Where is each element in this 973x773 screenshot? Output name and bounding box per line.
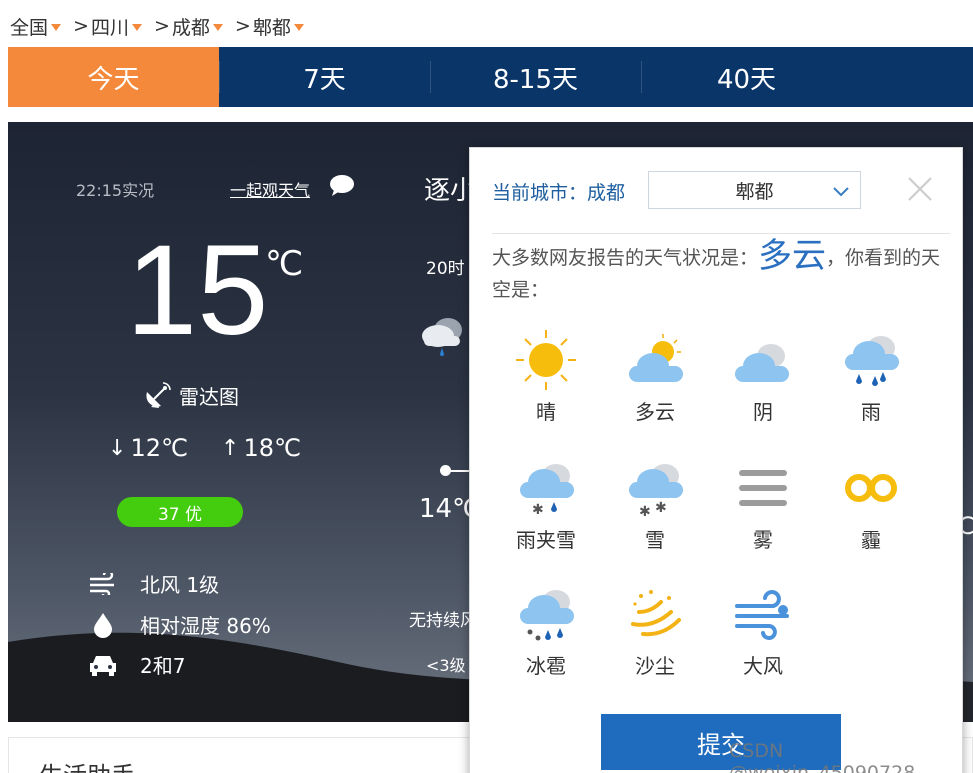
breadcrumb-item-province[interactable]: > 四川 bbox=[73, 13, 142, 40]
chevron-down-icon bbox=[833, 187, 849, 197]
option-hail[interactable]: 冰雹 bbox=[496, 582, 596, 679]
tab-40-days[interactable]: 40天 bbox=[641, 47, 852, 107]
dropdown-triangle-icon bbox=[293, 24, 304, 31]
district-select-value: 郫都 bbox=[735, 180, 774, 203]
hail-icon bbox=[520, 590, 574, 641]
life-helper-title: 生活助手 bbox=[39, 756, 135, 773]
option-overcast[interactable]: 阴 bbox=[713, 328, 813, 425]
option-label: 大风 bbox=[743, 654, 783, 678]
reported-condition: 多云 bbox=[758, 236, 827, 276]
breadcrumb-label: 全国 bbox=[10, 16, 49, 39]
sunny-icon bbox=[516, 330, 576, 390]
dropdown-triangle-icon bbox=[212, 24, 223, 31]
high-temperature: ↑ 18℃ bbox=[221, 434, 301, 462]
svg-text:✱: ✱ bbox=[532, 502, 544, 518]
option-haze[interactable]: 霾 bbox=[821, 456, 921, 553]
option-label: 冰雹 bbox=[526, 654, 566, 678]
water-drop-icon bbox=[88, 612, 118, 638]
arrow-down-icon: ↓ bbox=[108, 435, 127, 461]
hourly-wind-note: 无持续风 bbox=[409, 611, 477, 631]
breadcrumb-item-country[interactable]: 全国 bbox=[8, 13, 62, 40]
watermark: CSDN @weixin_45090728 bbox=[729, 740, 916, 773]
tab-7-days[interactable]: 7天 bbox=[219, 47, 430, 107]
option-sandstorm[interactable]: 沙尘 bbox=[605, 582, 705, 679]
observation-time: 22:15实况 bbox=[76, 181, 155, 200]
tab-8-15-days[interactable]: 8-15天 bbox=[430, 47, 641, 107]
snow-icon: ✱ ✱ bbox=[629, 464, 683, 520]
breadcrumb-item-district[interactable]: > 郫都 bbox=[235, 13, 304, 40]
radar-map-link[interactable]: 雷达图 bbox=[143, 380, 239, 410]
temperature-unit: ℃ bbox=[265, 244, 304, 284]
district-select[interactable]: 郫都 bbox=[648, 171, 861, 209]
close-icon[interactable] bbox=[906, 175, 934, 203]
traffic-restriction-value: 2和7 bbox=[140, 654, 186, 678]
option-partly-cloudy[interactable]: 多云 bbox=[605, 328, 705, 425]
sleet-icon: ✱ bbox=[520, 464, 574, 518]
fog-icon bbox=[739, 470, 787, 506]
low-temperature-value: 12℃ bbox=[130, 434, 188, 462]
hourly-wind-level: <3级 bbox=[426, 656, 466, 675]
option-label: 沙尘 bbox=[635, 654, 675, 678]
option-label: 雨 bbox=[861, 400, 881, 424]
chat-bubble-icon[interactable] bbox=[329, 174, 355, 196]
high-temperature-value: 18℃ bbox=[243, 434, 301, 462]
wind-value: 北风 1级 bbox=[140, 573, 220, 597]
radar-dish-icon bbox=[146, 382, 171, 408]
strong-wind-icon bbox=[735, 590, 789, 640]
option-rain[interactable]: 雨 bbox=[821, 328, 921, 425]
rain-icon bbox=[845, 336, 899, 386]
option-snow[interactable]: ✱ ✱ 雪 bbox=[605, 456, 705, 553]
forecast-tabs: 今天 7天 8-15天 40天 bbox=[8, 47, 973, 107]
low-temperature: ↓ 12℃ bbox=[108, 434, 188, 462]
option-label: 雪 bbox=[645, 528, 665, 552]
option-label: 晴 bbox=[536, 400, 556, 424]
humidity-value: 相对湿度 86% bbox=[140, 614, 271, 638]
option-label: 雾 bbox=[753, 528, 773, 552]
option-label: 雨夹雪 bbox=[516, 528, 576, 552]
option-fog[interactable]: 雾 bbox=[713, 456, 813, 553]
community-report-text: 大多数网友报告的天气状况是：多云，你看到的天空是： bbox=[492, 239, 954, 306]
dropdown-triangle-icon bbox=[51, 24, 62, 31]
breadcrumb-label: 成都 bbox=[171, 16, 210, 39]
sandstorm-icon bbox=[631, 590, 681, 637]
option-label: 霾 bbox=[861, 528, 881, 552]
dialog-divider bbox=[492, 233, 950, 234]
partly-cloudy-icon bbox=[629, 334, 683, 382]
option-strong-wind[interactable]: 大风 bbox=[713, 582, 813, 679]
svg-text:✱: ✱ bbox=[655, 500, 667, 516]
breadcrumb-label: 郫都 bbox=[252, 16, 291, 39]
breadcrumb-item-city[interactable]: > 成都 bbox=[154, 13, 223, 40]
wind-info: 北风 1级 bbox=[88, 569, 219, 598]
current-temperature: 15 bbox=[126, 219, 269, 362]
humidity-info: 相对湿度 86% bbox=[88, 610, 271, 639]
dropdown-triangle-icon bbox=[131, 24, 142, 31]
option-sleet[interactable]: ✱ 雨夹雪 bbox=[496, 456, 596, 553]
radar-label: 雷达图 bbox=[179, 384, 239, 409]
wind-icon bbox=[88, 572, 118, 595]
hourly-temperature-point bbox=[440, 465, 451, 476]
traffic-restriction-info: 2和7 bbox=[88, 650, 185, 679]
hourly-time: 20时 bbox=[426, 259, 465, 279]
car-icon bbox=[88, 653, 118, 677]
tab-today[interactable]: 今天 bbox=[8, 47, 219, 107]
rain-cloud-icon bbox=[422, 318, 462, 356]
haze-icon bbox=[845, 474, 897, 502]
breadcrumb: 全国 > 四川 > 成都 > 郫都 bbox=[8, 12, 316, 40]
arrow-up-icon: ↑ bbox=[221, 435, 240, 461]
breadcrumb-separator: > bbox=[73, 15, 89, 37]
breadcrumb-separator: > bbox=[234, 15, 251, 37]
air-quality-badge[interactable]: 37 优 bbox=[117, 497, 243, 527]
option-label: 阴 bbox=[753, 400, 773, 424]
current-city-label: 当前城市：成都 bbox=[492, 182, 626, 204]
breadcrumb-label: 四川 bbox=[90, 16, 129, 39]
svg-text:✱: ✱ bbox=[639, 504, 651, 520]
breadcrumb-separator: > bbox=[153, 15, 170, 37]
watch-weather-link[interactable]: 一起观天气 bbox=[230, 177, 310, 201]
weather-report-dialog: 当前城市：成都 郫都 大多数网友报告的天气状况是：多云，你看到的天空是： 晴 多… bbox=[469, 147, 963, 773]
option-label: 多云 bbox=[635, 400, 675, 424]
option-sunny[interactable]: 晴 bbox=[496, 328, 596, 425]
report-prefix: 大多数网友报告的天气状况是： bbox=[492, 247, 759, 269]
overcast-icon bbox=[735, 344, 789, 382]
